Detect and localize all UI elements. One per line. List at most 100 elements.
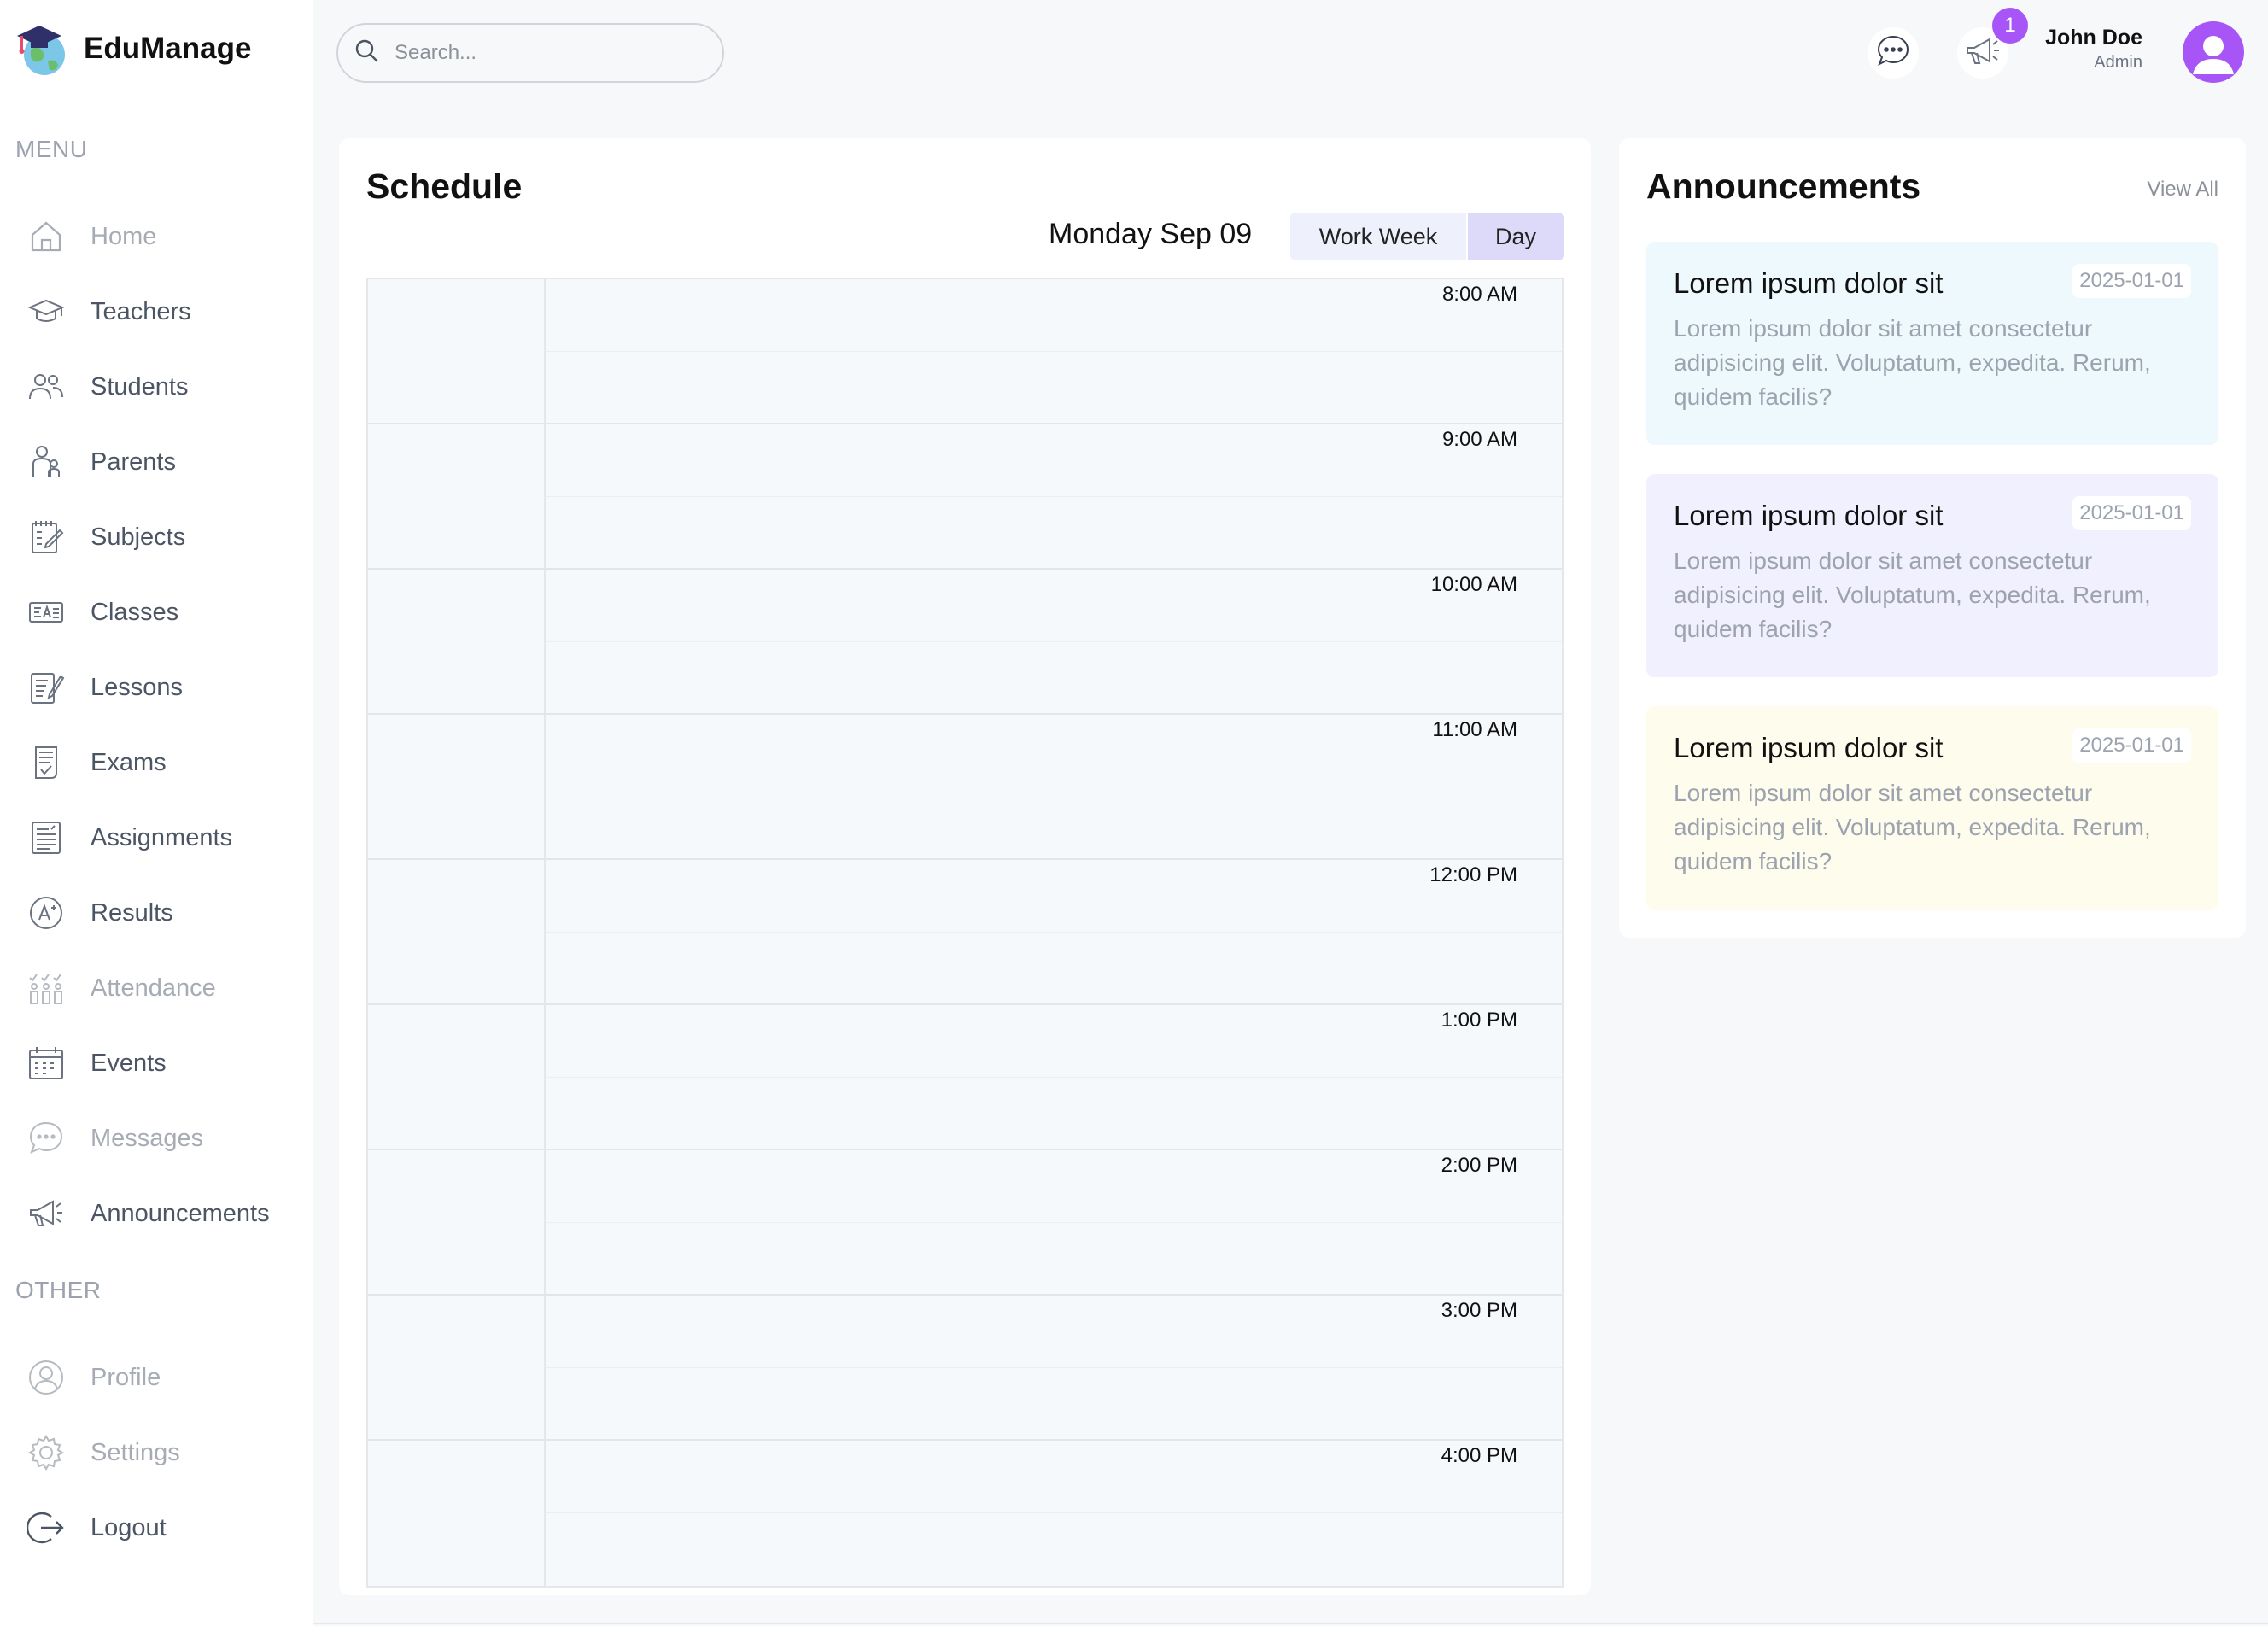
lessons-icon [27, 669, 65, 706]
sidebar-item-profile[interactable]: Profile [27, 1352, 161, 1403]
sidebar-item-label: Home [91, 222, 157, 250]
users-icon [27, 368, 65, 406]
announcement-date: 2025-01-01 [2072, 728, 2191, 763]
megaphone-icon [27, 1195, 65, 1232]
sidebar-item-label: Lessons [91, 673, 184, 701]
sidebar-item-lessons[interactable]: Lessons [27, 662, 183, 713]
time-label: 12:00 PM [1429, 863, 1517, 886]
divider [313, 1623, 2268, 1624]
globe-graduation-logo-icon [15, 20, 68, 77]
schedule-title: Schedule [366, 167, 523, 206]
hour-line [368, 1003, 1562, 1005]
sidebar-item-exams[interactable]: Exams [27, 737, 167, 788]
exams-icon [27, 744, 65, 781]
sidebar-item-assignments[interactable]: Assignments [27, 812, 232, 863]
announcement-body: Lorem ipsum dolor sit amet consectetur a… [1674, 780, 2151, 874]
calendar-icon [27, 1044, 65, 1082]
schedule-date: Monday Sep 09 [1049, 218, 1253, 250]
announcement-body: Lorem ipsum dolor sit amet consectetur a… [1674, 315, 2151, 410]
hour-line [368, 713, 1562, 715]
hour-line [368, 1294, 1562, 1296]
menu-heading: MENU [15, 136, 88, 162]
profile-icon [27, 1359, 65, 1396]
day-view-button[interactable]: Day [1468, 213, 1564, 260]
search-bar[interactable] [336, 23, 724, 83]
sidebar-item-settings[interactable]: Settings [27, 1427, 180, 1478]
megaphone-icon [1964, 32, 2002, 74]
announcements-card: Announcements View All Lorem ipsum dolor… [1619, 138, 2246, 938]
sidebar: EduManage MENU Home Teachers Students Pa… [0, 0, 313, 1626]
search-input[interactable] [395, 41, 685, 65]
hour-line [368, 1439, 1562, 1441]
sidebar-item-label: Events [91, 1049, 167, 1077]
sidebar-item-label: Teachers [91, 297, 191, 325]
time-label: 3:00 PM [1441, 1299, 1517, 1322]
messages-button[interactable] [1868, 27, 1919, 79]
hour-line [368, 568, 1562, 570]
attendance-icon [27, 969, 65, 1007]
sidebar-item-label: Students [91, 372, 189, 401]
home-icon [27, 218, 65, 255]
user-role: Admin [2094, 53, 2142, 72]
search-icon [354, 38, 381, 69]
announcement-body: Lorem ipsum dolor sit amet consectetur a… [1674, 547, 2151, 642]
announcement-item[interactable]: Lorem ipsum dolor sit 2025-01-01 Lorem i… [1646, 474, 2218, 677]
sidebar-item-label: Results [91, 898, 173, 927]
logo[interactable]: EduManage [15, 20, 251, 77]
classes-icon [27, 594, 65, 631]
sidebar-item-results[interactable]: Results [27, 887, 173, 939]
sidebar-item-label: Classes [91, 598, 179, 626]
announcement-date: 2025-01-01 [2072, 264, 2191, 298]
sidebar-item-logout[interactable]: Logout [26, 1502, 167, 1553]
schedule-card: Schedule Monday Sep 09 Work Week Day 8:0… [339, 138, 1591, 1595]
half-hour-line [546, 1222, 1562, 1223]
view-all-link[interactable]: View All [2147, 178, 2218, 202]
graduation-cap-icon [27, 293, 65, 330]
half-hour-line [546, 1367, 1562, 1368]
time-label: 9:00 AM [1441, 428, 1517, 451]
assignments-icon [27, 819, 65, 857]
half-hour-line [546, 1077, 1562, 1078]
settings-icon [27, 1434, 65, 1471]
sidebar-item-announcements[interactable]: Announcements [27, 1188, 270, 1239]
app-name: EduManage [84, 32, 252, 65]
work-week-view-button[interactable]: Work Week [1290, 213, 1466, 260]
other-heading: OTHER [15, 1277, 102, 1303]
half-hour-line [546, 351, 1562, 352]
sidebar-item-parents[interactable]: Parents [27, 436, 176, 488]
sidebar-item-teachers[interactable]: Teachers [27, 286, 191, 337]
announcement-item[interactable]: Lorem ipsum dolor sit 2025-01-01 Lorem i… [1646, 706, 2218, 910]
hour-line [368, 858, 1562, 860]
sidebar-item-events[interactable]: Events [27, 1038, 167, 1089]
sidebar-item-label: Attendance [91, 974, 216, 1002]
sidebar-item-classes[interactable]: Classes [27, 587, 178, 638]
avatar[interactable] [2183, 21, 2244, 83]
message-icon [27, 1120, 65, 1157]
user-name: John Doe [2045, 26, 2142, 50]
half-hour-line [546, 1512, 1562, 1513]
hour-line [368, 1149, 1562, 1150]
parents-icon [27, 443, 65, 481]
notification-badge: 1 [1992, 8, 2028, 44]
sidebar-item-subjects[interactable]: Subjects [27, 512, 185, 563]
schedule-grid[interactable]: 8:00 AM 9:00 AM 10:00 AM 11:00 AM 12:00 … [366, 278, 1564, 1588]
sidebar-item-attendance[interactable]: Attendance [27, 962, 216, 1014]
sidebar-item-label: Subjects [91, 523, 186, 551]
sidebar-item-messages[interactable]: Messages [27, 1113, 203, 1164]
sidebar-item-label: Assignments [91, 823, 233, 851]
time-label: 2:00 PM [1441, 1154, 1517, 1177]
announcement-date: 2025-01-01 [2072, 496, 2191, 530]
half-hour-line [546, 641, 1562, 642]
sidebar-item-students[interactable]: Students [27, 361, 188, 412]
time-label: 1:00 PM [1441, 1009, 1517, 1032]
sidebar-item-label: Exams [91, 748, 167, 776]
time-column [368, 279, 546, 1586]
sidebar-item-label: Logout [91, 1513, 167, 1541]
time-label: 8:00 AM [1441, 283, 1517, 306]
time-label: 4:00 PM [1441, 1444, 1517, 1467]
announcement-item[interactable]: Lorem ipsum dolor sit 2025-01-01 Lorem i… [1646, 242, 2218, 445]
sidebar-item-label: Profile [91, 1363, 161, 1391]
sidebar-item-label: Parents [91, 447, 176, 476]
message-icon [1874, 32, 1912, 74]
sidebar-item-home[interactable]: Home [27, 211, 156, 262]
